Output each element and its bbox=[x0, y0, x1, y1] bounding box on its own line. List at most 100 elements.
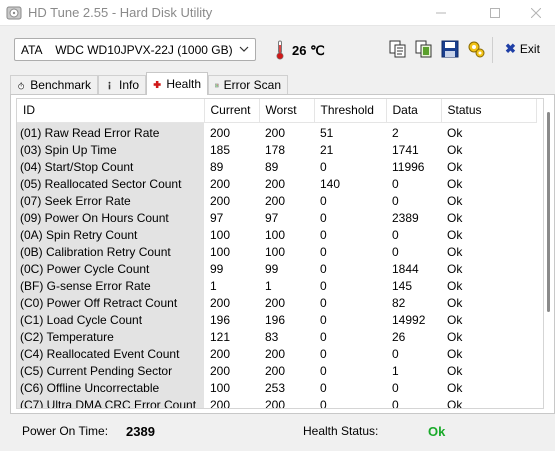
cell-threshold: 0 bbox=[320, 210, 327, 225]
table-row[interactable]: (01) Raw Read Error Rate 200 200 51 2 Ok bbox=[17, 122, 536, 142]
cell-status: Ok bbox=[447, 159, 463, 174]
cell-worst: 200 bbox=[265, 397, 286, 409]
cell-id: (09) Power On Hours Count bbox=[17, 209, 204, 227]
cell-worst: 200 bbox=[265, 176, 286, 191]
column-header-worst[interactable]: Worst bbox=[259, 99, 315, 123]
maximize-button[interactable] bbox=[472, 0, 518, 26]
cell-threshold: 0 bbox=[320, 380, 327, 395]
toolbar-separator bbox=[492, 37, 493, 63]
column-header-threshold[interactable]: Threshold bbox=[314, 99, 387, 123]
cell-id: (03) Spin Up Time bbox=[17, 141, 204, 159]
cell-status: Ok bbox=[447, 193, 463, 208]
options-icon[interactable] bbox=[466, 39, 486, 59]
smart-table: ID Current Worst Threshold Data Status (… bbox=[17, 99, 537, 409]
tab-info-label: Info bbox=[118, 78, 139, 92]
cell-current: 200 bbox=[210, 125, 231, 140]
cell-data: 11996 bbox=[392, 159, 425, 174]
cell-id: (BF) G-sense Error Rate bbox=[17, 277, 204, 295]
table-row[interactable]: (C6) Offline Uncorrectable 100 253 0 0 Ok bbox=[17, 379, 536, 397]
cell-worst: 178 bbox=[265, 142, 286, 157]
cell-data: 0 bbox=[392, 193, 399, 208]
drive-select[interactable]: ATA WDC WD10JPVX-22J (1000 GB) bbox=[14, 38, 256, 61]
cell-status: Ok bbox=[447, 261, 463, 276]
cell-id: (C0) Power Off Retract Count bbox=[17, 294, 204, 312]
health-cross-icon bbox=[153, 80, 161, 88]
table-row[interactable]: (C7) Ultra DMA CRC Error Count 200 200 0 0 Ok bbox=[17, 396, 536, 409]
table-header-row: ID Current Worst Threshold Data Status bbox=[17, 99, 537, 123]
cell-id: (05) Reallocated Sector Count bbox=[17, 175, 204, 193]
health-status-value: Ok bbox=[428, 424, 446, 439]
smart-attribute-list[interactable]: ID Current Worst Threshold Data Status (… bbox=[16, 98, 544, 409]
vertical-scrollbar[interactable] bbox=[545, 98, 553, 409]
cell-data: 14992 bbox=[392, 312, 426, 327]
table-row[interactable]: (0C) Power Cycle Count 99 99 0 1844 Ok bbox=[17, 260, 536, 278]
cell-status: Ok bbox=[447, 397, 463, 409]
cell-worst: 200 bbox=[265, 346, 286, 361]
cell-id: (C1) Load Cycle Count bbox=[17, 311, 204, 329]
table-row[interactable]: (C5) Current Pending Sector 200 200 0 1 Ok bbox=[17, 362, 536, 380]
cell-threshold: 0 bbox=[320, 329, 327, 344]
cell-current: 121 bbox=[210, 329, 231, 344]
temperature-value: 26 ℃ bbox=[292, 43, 325, 58]
smart-table-body: (01) Raw Read Error Rate 200 200 51 2 Ok (03) … bbox=[17, 122, 536, 409]
save-icon[interactable] bbox=[440, 39, 460, 59]
cell-current: 100 bbox=[210, 244, 231, 259]
table-row[interactable]: (C2) Temperature 121 83 0 26 Ok bbox=[17, 328, 536, 346]
tab-health[interactable]: Health bbox=[146, 72, 208, 95]
cell-status: Ok bbox=[447, 244, 463, 259]
info-icon bbox=[108, 81, 111, 89]
table-row[interactable]: (07) Seek Error Rate 200 200 0 0 Ok bbox=[17, 192, 536, 210]
column-header-status[interactable]: Status bbox=[441, 99, 537, 123]
cell-current: 200 bbox=[210, 295, 231, 310]
cell-threshold: 0 bbox=[320, 193, 327, 208]
cell-worst: 200 bbox=[265, 363, 286, 378]
copy-info-icon[interactable] bbox=[414, 39, 434, 59]
cell-current: 100 bbox=[210, 227, 231, 242]
column-header-current[interactable]: Current bbox=[204, 99, 260, 123]
cell-current: 196 bbox=[210, 312, 231, 327]
exit-icon: ✖ bbox=[505, 41, 516, 56]
minimize-button[interactable] bbox=[418, 0, 464, 26]
health-panel: ID Current Worst Threshold Data Status (… bbox=[10, 94, 555, 414]
cell-current: 200 bbox=[210, 176, 231, 191]
column-header-data[interactable]: Data bbox=[386, 99, 442, 123]
tab-error-scan-label: Error Scan bbox=[223, 78, 281, 92]
cell-status: Ok bbox=[447, 227, 463, 242]
table-row[interactable]: (C1) Load Cycle Count 196 196 0 14992 Ok bbox=[17, 311, 536, 329]
table-row[interactable]: (C0) Power Off Retract Count 200 200 0 82 Ok bbox=[17, 294, 536, 312]
table-row[interactable]: (BF) G-sense Error Rate 1 1 0 145 Ok bbox=[17, 277, 536, 295]
table-row[interactable]: (0B) Calibration Retry Count 100 100 0 0 Ok bbox=[17, 243, 536, 261]
cell-id: (C2) Temperature bbox=[17, 328, 204, 346]
cell-status: Ok bbox=[447, 329, 463, 344]
cell-worst: 196 bbox=[265, 312, 286, 327]
close-button[interactable] bbox=[517, 0, 555, 26]
cell-threshold: 0 bbox=[320, 227, 327, 242]
table-row[interactable]: (03) Spin Up Time 185 178 21 1741 Ok bbox=[17, 141, 536, 159]
window-title: HD Tune 2.55 - Hard Disk Utility bbox=[28, 5, 213, 20]
tab-benchmark[interactable]: Benchmark bbox=[10, 75, 98, 94]
table-row[interactable]: (0A) Spin Retry Count 100 100 0 0 Ok bbox=[17, 226, 536, 244]
cell-current: 99 bbox=[210, 261, 224, 276]
cell-current: 200 bbox=[210, 397, 231, 409]
column-header-id[interactable]: ID bbox=[17, 99, 205, 123]
cell-threshold: 21 bbox=[320, 142, 334, 157]
table-row[interactable]: (05) Reallocated Sector Count 200 200 140 0 O… bbox=[17, 175, 536, 193]
copy-icon[interactable] bbox=[388, 39, 408, 59]
tab-error-scan[interactable]: Error Scan bbox=[208, 75, 288, 94]
cell-worst: 89 bbox=[265, 159, 279, 174]
cell-data: 2 bbox=[392, 125, 399, 140]
exit-button[interactable]: ✖ Exit bbox=[505, 41, 540, 57]
cell-worst: 200 bbox=[265, 125, 286, 140]
cell-data: 145 bbox=[392, 278, 413, 293]
cell-id: (C6) Offline Uncorrectable bbox=[17, 379, 204, 397]
table-row[interactable]: (04) Start/Stop Count 89 89 0 11996 Ok bbox=[17, 158, 536, 176]
cell-data: 26 bbox=[392, 329, 406, 344]
tab-info[interactable]: Info bbox=[98, 75, 146, 94]
app-disk-icon bbox=[6, 6, 22, 20]
table-row[interactable]: (C4) Reallocated Event Count 200 200 0 0 Ok bbox=[17, 345, 536, 363]
cell-threshold: 0 bbox=[320, 244, 327, 259]
tab-benchmark-label: Benchmark bbox=[30, 78, 91, 92]
close-icon bbox=[531, 8, 541, 18]
table-row[interactable]: (09) Power On Hours Count 97 97 0 2389 Ok bbox=[17, 209, 536, 227]
scrollbar-thumb[interactable] bbox=[547, 112, 550, 312]
